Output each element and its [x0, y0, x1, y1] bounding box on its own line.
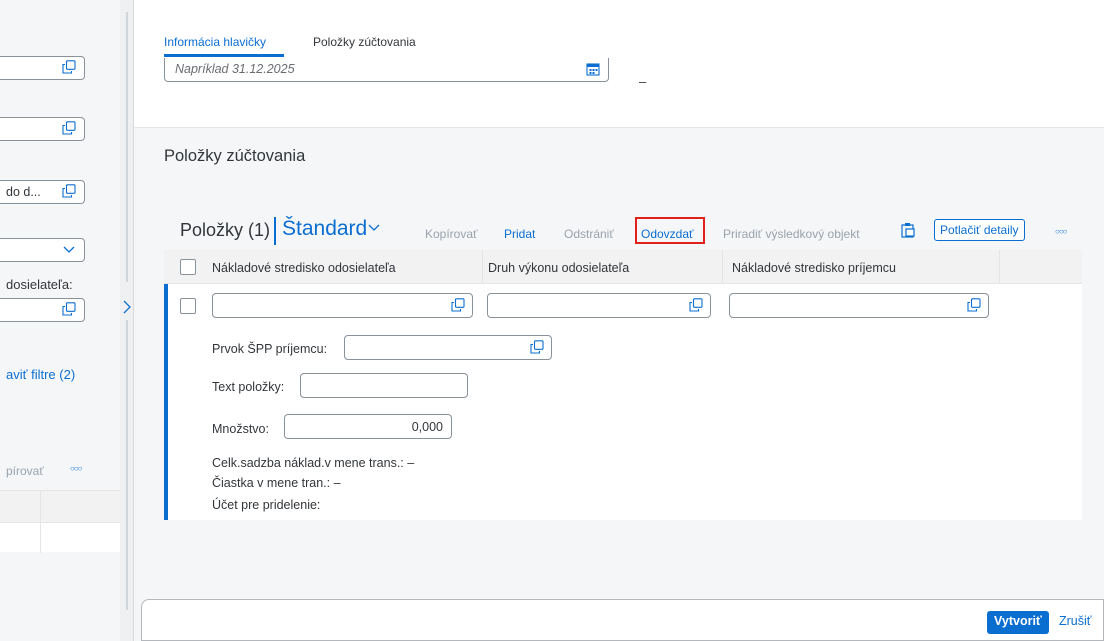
- quantity-input[interactable]: 0,000: [284, 414, 452, 439]
- tab-header-info[interactable]: Informácia hlavičky: [164, 35, 266, 49]
- overflow-icon[interactable]: ○○○: [1055, 227, 1067, 236]
- items-toolbar: Položky (1) Štandard Kopírovať Pridat Od…: [164, 212, 1082, 250]
- anchor-bar: Informácia hlavičky Položky zúčtovania: [134, 0, 1104, 58]
- items-table: Nákladové stredisko odosielateľa Druh vý…: [164, 250, 1082, 520]
- wbs-input[interactable]: [344, 335, 552, 360]
- table-header: Nákladové stredisko odosielateľa Druh vý…: [164, 250, 1082, 284]
- panel-splitter[interactable]: [120, 0, 134, 641]
- column-divider: [999, 250, 1000, 284]
- column-divider: [722, 250, 723, 284]
- total-rate-label: Celk.sadzba náklad.v mene trans.: –: [212, 456, 415, 470]
- row-highlight: [164, 284, 168, 520]
- filter-field-5-label: dosielateľa:: [6, 277, 73, 292]
- left-table: [0, 490, 120, 553]
- sender-cost-center-input[interactable]: [212, 293, 473, 318]
- assignment-account-label: Účet pre pridelenie:: [212, 498, 321, 512]
- header-info-section: Napríklad 31.12.2025 –: [134, 58, 1104, 128]
- left-table-header: [0, 491, 120, 523]
- chevron-down-icon: [63, 246, 75, 253]
- value-help-icon[interactable]: [689, 298, 703, 312]
- table-title: Položky (1): [180, 220, 271, 240]
- column-header[interactable]: Druh výkonu odosielateľa: [488, 261, 629, 275]
- highlight-box: [635, 217, 705, 244]
- item-text-input[interactable]: [300, 373, 468, 398]
- value-help-icon[interactable]: [62, 184, 76, 198]
- receiver-cost-center-input[interactable]: [729, 293, 989, 318]
- calendar-icon[interactable]: [586, 62, 600, 76]
- date-field[interactable]: Napríklad 31.12.2025: [164, 58, 609, 82]
- overflow-icon[interactable]: ○○○: [70, 464, 82, 473]
- column-header[interactable]: Nákladové stredisko príjemcu: [732, 261, 896, 275]
- variant-selector[interactable]: Štandard: [282, 217, 367, 241]
- footer-bar: Vytvoriť Zrušiť: [141, 599, 1104, 641]
- value-help-icon[interactable]: [62, 60, 76, 74]
- object-page: Informácia hlavičky Položky zúčtovania N…: [134, 0, 1104, 641]
- sender-activity-type-input[interactable]: [487, 293, 711, 318]
- filter-field-3[interactable]: do d...: [0, 180, 85, 204]
- suppress-details-button[interactable]: Potlačiť detaily: [934, 219, 1025, 241]
- quantity-label: Množstvo:: [212, 422, 269, 436]
- chevron-down-icon[interactable]: [368, 224, 380, 232]
- section-title: Položky zúčtovania: [164, 147, 306, 165]
- quantity-value: 0,000: [411, 420, 443, 434]
- add-button[interactable]: Pridat: [504, 227, 535, 241]
- column-divider: [40, 491, 41, 553]
- create-button[interactable]: Vytvoriť: [987, 611, 1049, 634]
- filter-field-2[interactable]: [0, 117, 85, 141]
- paste-icon[interactable]: [901, 222, 915, 238]
- item-text-label: Text položky:: [212, 380, 285, 394]
- row-checkbox[interactable]: [180, 298, 196, 314]
- copy-button[interactable]: Kopírovať: [425, 227, 478, 241]
- select-all-checkbox[interactable]: [180, 259, 196, 275]
- value-help-icon[interactable]: [530, 340, 544, 354]
- date-placeholder: Napríklad 31.12.2025: [175, 62, 295, 76]
- assign-profit-object-button[interactable]: Priradiť výsledkový objekt: [723, 227, 860, 241]
- splitter-line: [126, 12, 128, 282]
- adapt-filters-link[interactable]: aviť filtre (2): [6, 367, 75, 382]
- filter-field-5[interactable]: [0, 298, 85, 322]
- filter-field-3-value: do d...: [6, 185, 41, 199]
- value-help-icon[interactable]: [62, 302, 76, 316]
- active-tab-indicator: [164, 54, 284, 57]
- variant-separator: [274, 217, 276, 245]
- splitter-line: [126, 320, 128, 610]
- column-divider: [482, 250, 483, 284]
- value-help-icon[interactable]: [62, 121, 76, 135]
- remove-button[interactable]: Odstrániť: [564, 227, 614, 241]
- value-help-icon[interactable]: [967, 298, 981, 312]
- value-help-icon[interactable]: [451, 298, 465, 312]
- chevron-right-icon[interactable]: [122, 300, 132, 314]
- cancel-button[interactable]: Zrušiť: [1059, 614, 1091, 628]
- column-header[interactable]: Nákladové stredisko odosielateľa: [212, 261, 396, 275]
- range-dash: –: [639, 74, 647, 89]
- amount-label: Čiastka v mene tran.: –: [212, 476, 341, 490]
- filter-field-1[interactable]: [0, 56, 85, 80]
- filter-panel: do d... dosielateľa: aviť filtre (2) pír…: [0, 0, 120, 641]
- tab-items[interactable]: Položky zúčtovania: [313, 35, 416, 49]
- left-toolbar: pírovať ○○○: [0, 448, 120, 490]
- filter-select-4[interactable]: [0, 238, 85, 262]
- left-copy-button[interactable]: pírovať: [6, 464, 44, 478]
- wbs-label: Prvok ŠPP príjemcu:: [212, 342, 328, 356]
